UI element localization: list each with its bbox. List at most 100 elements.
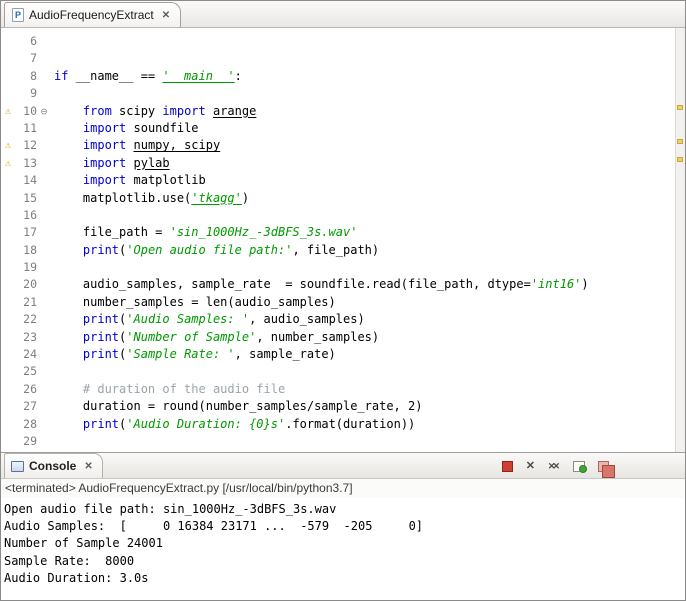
python-file-icon: P [12,8,24,22]
code-line[interactable]: 17 file_path = 'sin_1000Hz_-3dBFS_3s.wav… [1,224,675,241]
line-number: 27 [23,399,37,414]
code-line[interactable]: 6 [1,33,675,50]
code-line[interactable]: 8 if __name__ == '__main__': [1,68,675,85]
code-line[interactable]: 15 matplotlib.use('tkagg') [1,190,675,207]
console-header: Console ✕ ✕ ✕✕ [1,453,685,479]
code-text: file_path = 'sin_1000Hz_-3dBFS_3s.wav' [54,225,358,240]
code-lines[interactable]: 6 7 8 if __name__ == '__main__': 9 ⚠ 10 ⊖ from … [1,28,675,452]
code-line[interactable]: ⚠ 12 import numpy, scipy [1,137,675,154]
code-text: audio_samples, sample_rate = soundfile.r… [54,277,589,292]
line-number: 18 [23,242,37,257]
code-text: duration = round(number_samples/sample_r… [54,399,423,414]
line-number: 25 [23,364,37,379]
console-output-line: Sample Rate: 8000 [4,553,135,568]
code-line[interactable]: 21 number_samples = len(audio_samples) [1,294,675,311]
editor-tab-label: AudioFrequencyExtract [29,8,154,22]
line-number: 21 [23,294,37,309]
code-text: import numpy, scipy [82,138,221,153]
overview-ruler [675,28,685,452]
line-number: 13 [23,155,37,170]
code-line[interactable]: 9 [1,85,675,102]
code-line[interactable]: 18 print('Open audio file path:', file_p… [1,242,675,259]
code-line[interactable]: 29 [1,433,675,450]
marker-spacer [1,381,15,398]
code-line[interactable]: 25 [1,363,675,380]
console-tab-label: Console [29,459,77,473]
line-number: 22 [23,312,37,327]
marker-spacer [1,311,15,328]
code-line[interactable]: ⚠ 13 import pylab [1,155,675,172]
marker-spacer [1,416,15,433]
code-editor[interactable]: 6 7 8 if __name__ == '__main__': 9 ⚠ 10 ⊖ from … [1,28,685,452]
pin-console-button[interactable] [598,461,615,478]
console-toolbar: ✕ ✕✕ [501,461,615,478]
code-text: print('Number of Sample', number_samples… [82,329,380,344]
code-text: if __name__ == '__main__': [54,68,242,83]
tab-audiofrequencyextract[interactable]: P AudioFrequencyExtract ✕ [4,2,182,27]
editor-tab-bar: P AudioFrequencyExtract ✕ [1,1,685,28]
console-output[interactable]: Open audio file path: sin_1000Hz_-3dBFS_… [1,498,685,600]
remove-all-terminated-button[interactable]: ✕✕ [548,461,560,472]
marker-spacer [1,50,15,67]
fold-collapse-icon[interactable]: ⊖ [37,103,51,120]
open-console-button[interactable] [573,461,587,473]
code-line[interactable]: 27 duration = round(number_samples/sampl… [1,398,675,415]
marker-spacer [1,224,15,241]
code-text: import pylab [82,155,170,170]
warning-icon[interactable]: ⚠ [1,155,15,172]
close-icon[interactable]: ✕ [162,10,170,21]
line-number: 24 [23,347,37,362]
tab-console[interactable]: Console ✕ [4,453,103,478]
line-number: 17 [23,225,37,240]
line-number: 14 [23,173,37,188]
line-number: 23 [23,329,37,344]
overview-warning-marker[interactable] [677,139,683,145]
code-text: print('Open audio file path:', file_path… [82,242,380,257]
code-text: print('Audio Samples: ', audio_samples) [82,312,365,327]
code-line[interactable]: 28 print('Audio Duration: {0}s'.format(d… [1,416,675,433]
code-line[interactable]: 19 [1,259,675,276]
console-output-line: Number of Sample 24001 [4,536,163,551]
code-line[interactable]: 23 print('Number of Sample', number_samp… [1,329,675,346]
marker-spacer [1,207,15,224]
warning-icon[interactable]: ⚠ [1,103,15,120]
overview-warning-marker[interactable] [677,156,683,162]
code-line[interactable]: ⚠ 10 ⊖ from scipy import arange [1,103,675,120]
terminate-button[interactable] [501,461,513,472]
code-text: import matplotlib [82,173,206,188]
code-line[interactable]: 16 [1,207,675,224]
code-line[interactable]: 26 # duration of the audio file [1,381,675,398]
line-number: 29 [23,433,37,448]
code-line[interactable]: 11 import soundfile [1,120,675,137]
close-icon[interactable]: ✕ [84,461,92,472]
line-number: 12 [23,138,37,153]
code-line[interactable]: 20 audio_samples, sample_rate = soundfil… [1,276,675,293]
marker-spacer [1,398,15,415]
marker-spacer [1,85,15,102]
code-line[interactable]: 22 print('Audio Samples: ', audio_sample… [1,311,675,328]
console-output-line: Open audio file path: sin_1000Hz_-3dBFS_… [4,502,337,516]
code-line[interactable]: 7 [1,50,675,67]
marker-spacer [1,346,15,363]
overview-warning-marker[interactable] [677,104,683,110]
marker-spacer [1,120,15,137]
code-line[interactable]: 24 print('Sample Rate: ', sample_rate) [1,346,675,363]
code-line[interactable]: 14 import matplotlib [1,172,675,189]
line-number: 10 [23,103,37,118]
remove-launch-button[interactable]: ✕ [526,461,535,472]
warning-icon[interactable]: ⚠ [1,137,15,154]
